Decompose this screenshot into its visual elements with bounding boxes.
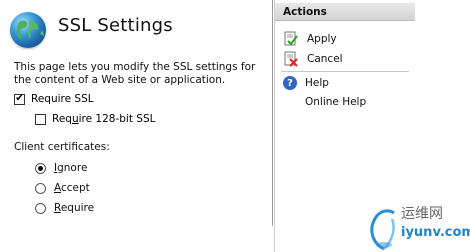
radio-require[interactable]: Require (35, 202, 94, 214)
actions-divider (281, 71, 409, 72)
radio-unselected[interactable] (35, 202, 46, 214)
help-label: Help (305, 77, 329, 89)
help-action[interactable]: ? Help (283, 76, 329, 90)
cancel-action[interactable]: Cancel (283, 51, 343, 67)
radio-require-label: Require (54, 202, 95, 214)
radio-accept[interactable]: Accept (35, 182, 90, 194)
require-128bit-label: Require 128-bit SSL (52, 113, 156, 125)
globe-icon (10, 12, 46, 48)
ssl-settings-pane: SSL Settings This page lets you modify t… (0, 0, 273, 226)
watermark-url: iyunv.com (401, 225, 470, 240)
apply-icon (283, 31, 299, 47)
client-certificates-label: Client certificates: (14, 141, 110, 153)
watermark: 运维网 iyunv.com (366, 203, 470, 252)
radio-unselected[interactable] (35, 182, 46, 194)
radio-ignore-label: Ignore (54, 162, 88, 174)
require-ssl-label: Require SSL (31, 93, 94, 105)
online-help-label: Online Help (305, 96, 367, 108)
help-icon: ? (283, 76, 297, 90)
page-description: This page lets you modify the SSL settin… (14, 61, 256, 86)
watermark-logo-icon (370, 209, 395, 251)
radio-ignore[interactable]: Ignore (35, 162, 87, 174)
checkbox-unchecked[interactable] (35, 113, 46, 125)
online-help-action[interactable]: Online Help (305, 96, 366, 108)
radio-selected[interactable] (35, 162, 46, 174)
radio-accept-label: Accept (54, 182, 90, 194)
checkbox-checked[interactable]: ✔ (14, 93, 25, 105)
cancel-icon (283, 51, 299, 67)
actions-header: Actions (275, 3, 416, 21)
cancel-label: Cancel (307, 53, 343, 65)
page-title: SSL Settings (58, 15, 173, 36)
apply-action[interactable]: Apply (283, 31, 337, 47)
apply-label: Apply (307, 33, 337, 45)
page-header (10, 10, 46, 50)
watermark-cn: 运维网 (401, 206, 443, 222)
require-ssl-checkbox[interactable]: ✔ Require SSL (14, 93, 94, 105)
require-128bit-checkbox[interactable]: Require 128-bit SSL (35, 113, 155, 125)
